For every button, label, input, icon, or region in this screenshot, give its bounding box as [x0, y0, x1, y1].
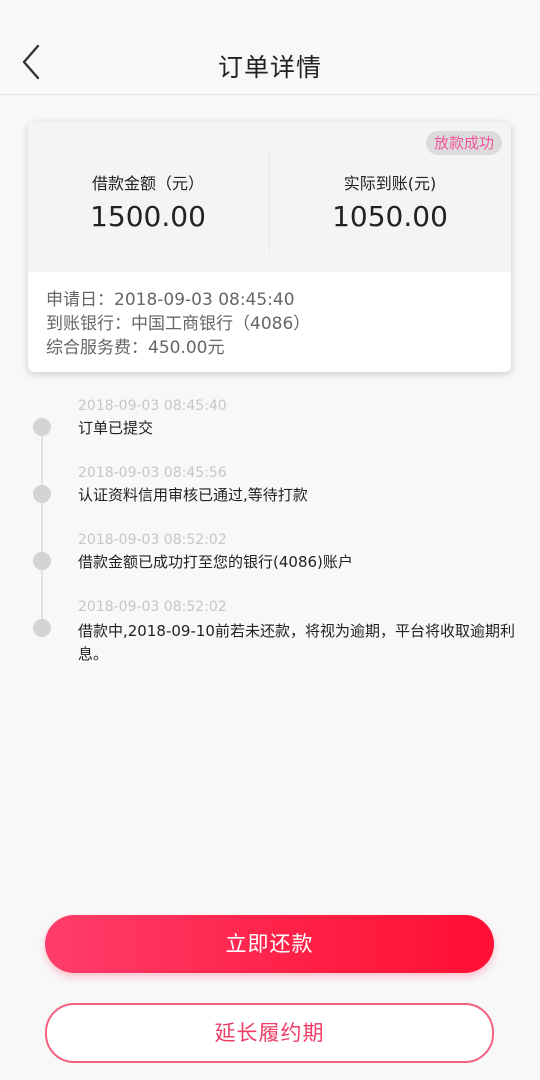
timeline-text: 借款中,2018-09-10前若未还款，将视为逾期，平台将收取逾期利息。: [78, 622, 515, 663]
repay-now-button[interactable]: 立即还款: [45, 915, 494, 973]
service-fee: 综合服务费：450.00元: [46, 338, 225, 358]
timeline-dot: [33, 418, 51, 436]
actual-received-label: 实际到账(元): [343, 174, 437, 193]
timeline-dot: [33, 619, 51, 637]
timeline-time: 2018-09-03 08:45:40: [78, 398, 227, 414]
extend-term-button[interactable]: 延长履约期: [45, 1003, 494, 1063]
timeline-time: 2018-09-03 08:52:02: [78, 599, 227, 615]
timeline-dot: [33, 552, 51, 570]
timeline-dot: [33, 485, 51, 503]
order-info: 申请日：2018-09-03 08:45:40 到账银行：中国工商银行（4086…: [46, 288, 310, 360]
loan-amount-value: 1500.00: [90, 200, 206, 233]
timeline-line: [41, 428, 43, 628]
timeline-text: 订单已提交: [78, 419, 154, 437]
timeline-text: 认证资料信用审核已通过,等待打款: [78, 486, 308, 504]
timeline-time: 2018-09-03 08:45:56: [78, 465, 227, 481]
loan-amount-label: 借款金额（元）: [91, 174, 204, 193]
page-title: 订单详情: [217, 53, 322, 82]
nav-bar: 订单详情: [0, 0, 540, 95]
actual-received-value: 1050.00: [332, 200, 448, 233]
actual-received: 实际到账(元) 1050.00: [270, 170, 510, 233]
apply-date: 申请日：2018-09-03 08:45:40: [46, 290, 295, 310]
loan-amount: 借款金额（元） 1500.00: [28, 170, 268, 233]
amount-panel: 放款成功 借款金额（元） 1500.00 实际到账(元) 1050.00: [28, 122, 511, 272]
timeline-time: 2018-09-03 08:52:02: [78, 532, 227, 548]
timeline-text: 借款金额已成功打至您的银行(4086)账户: [78, 553, 353, 571]
status-badge: 放款成功: [425, 131, 502, 155]
bank-account: 到账银行：中国工商银行（4086）: [46, 314, 311, 334]
order-summary-card: 放款成功 借款金额（元） 1500.00 实际到账(元) 1050.00 申请日…: [28, 122, 511, 372]
